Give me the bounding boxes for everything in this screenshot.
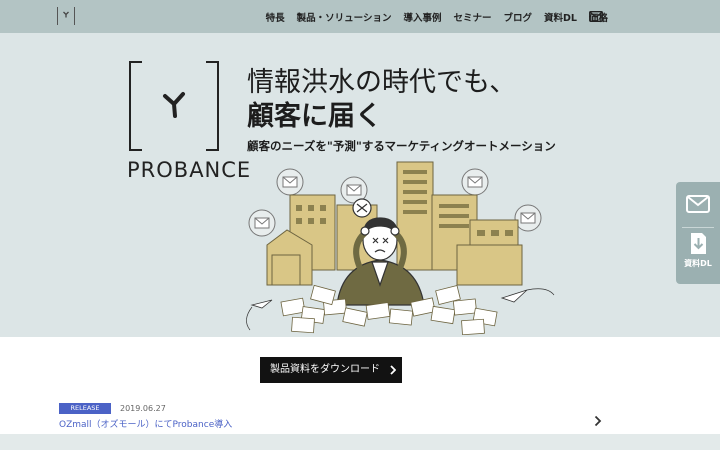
mail-icon[interactable]: [589, 11, 603, 22]
nav-item-blog[interactable]: ブログ: [504, 10, 533, 24]
nav-item-seminars[interactable]: セミナー: [454, 10, 492, 24]
footer-strip: [0, 434, 720, 450]
nav-item-download[interactable]: 資料DL: [544, 10, 577, 24]
hero-illustration: [246, 161, 555, 335]
news-date: 2019.06.27: [120, 404, 166, 413]
site-logo[interactable]: [57, 7, 75, 25]
nav-item-cases[interactable]: 導入事例: [403, 10, 441, 24]
news-badge: RELEASE: [59, 403, 111, 414]
download-icon[interactable]: [676, 228, 720, 284]
news-title-link[interactable]: OZmall（オズモール）にてProbance導入: [59, 417, 232, 430]
side-download-label: 資料DL: [684, 259, 712, 268]
hero-tagline: 顧客のニーズを"予測"するマーケティングオートメーション: [247, 139, 556, 153]
hero-headline-line2: 顧客に届く: [247, 101, 382, 132]
nav-item-features[interactable]: 特長: [266, 10, 285, 24]
brand-logo-icon: [129, 61, 219, 151]
nav-item-products[interactable]: 製品・ソリューション: [297, 10, 392, 24]
news-chevron-right-icon[interactable]: [594, 415, 602, 427]
side-mail-button[interactable]: [676, 182, 720, 226]
download-materials-button[interactable]: 製品資料をダウンロード: [260, 357, 402, 383]
top-header: 特長 製品・ソリューション 導入事例 セミナー ブログ 資料DL 価格: [0, 0, 720, 33]
main-nav: 特長 製品・ソリューション 導入事例 セミナー ブログ 資料DL 価格: [254, 0, 608, 33]
chevron-right-icon: [390, 365, 396, 375]
logo-mark-icon: [63, 11, 69, 18]
side-floating-tabs: 資料DL: [676, 182, 720, 284]
download-button-label: 製品資料をダウンロード: [270, 364, 380, 375]
content-section: 製品資料をダウンロード RELEASE 2019.06.27 OZmall（オズ…: [0, 337, 720, 434]
